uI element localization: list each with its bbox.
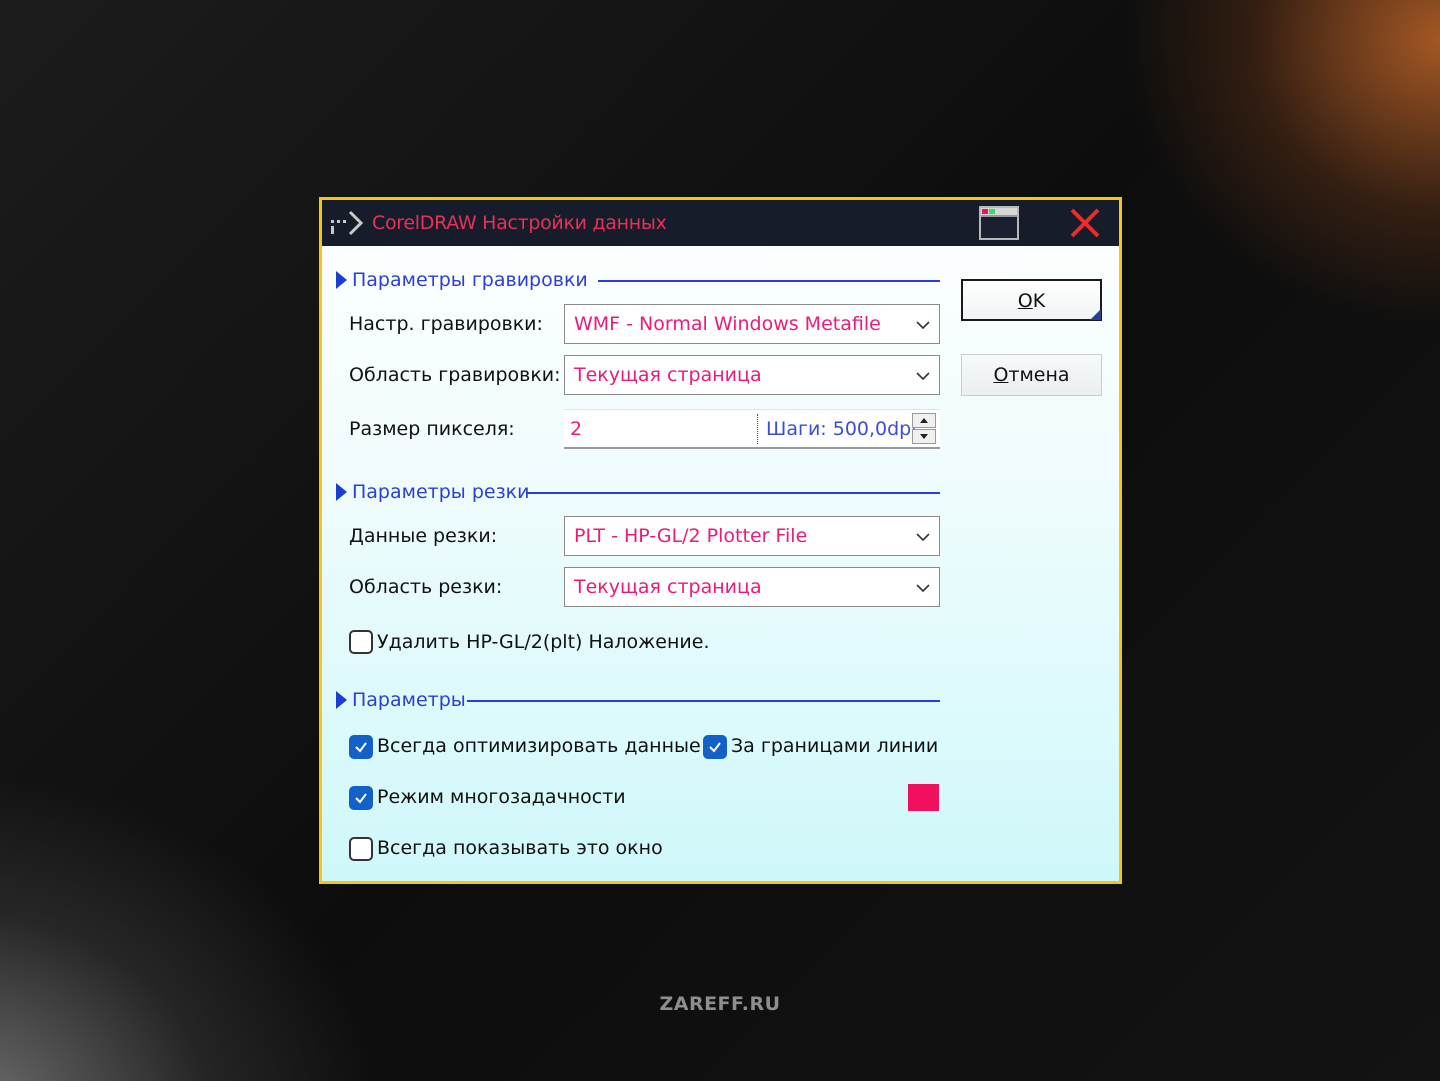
color-swatch[interactable] <box>908 784 939 811</box>
spin-up-button[interactable] <box>912 413 936 428</box>
close-icon[interactable] <box>1067 206 1103 240</box>
cutting-section-header: Параметры резки <box>336 481 941 505</box>
pixel-size-label: Размер пикселя: <box>349 418 515 440</box>
engraving-section-title: Параметры гравировки <box>352 269 588 291</box>
show-window-checkbox[interactable] <box>349 837 373 861</box>
cutting-area-label: Область резки: <box>349 576 503 598</box>
section-divider <box>467 700 940 702</box>
chevron-down-icon <box>916 372 930 381</box>
cutting-data-label: Данные резки: <box>349 525 498 547</box>
chevron-down-icon <box>916 321 930 330</box>
engraving-area-label: Область гравировки: <box>349 364 561 386</box>
cancel-rest: тмена <box>1008 364 1070 386</box>
remove-overlap-label[interactable]: Удалить HP-GL/2(plt) Наложение. <box>377 631 710 653</box>
cutting-area-select[interactable]: Текущая страница <box>564 567 940 607</box>
remove-overlap-checkbox[interactable] <box>349 630 373 654</box>
engraving-area-select[interactable]: Текущая страница <box>564 355 940 395</box>
cutting-data-select[interactable]: PLT - HP-GL/2 Plotter File <box>564 516 940 556</box>
cutting-area-value: Текущая страница <box>574 576 762 598</box>
params-section-header: Параметры <box>336 689 941 713</box>
ok-button[interactable]: OK <box>961 279 1102 321</box>
watermark: ZAREFF.RU <box>659 993 781 1015</box>
cancel-button[interactable]: Отмена <box>961 354 1102 396</box>
app-arrow-icon <box>331 210 364 236</box>
spin-separator <box>757 414 758 444</box>
pixel-size-spinbox[interactable]: 2 Шаги: 500,0dpi <box>564 409 940 449</box>
ok-accel: O <box>1017 290 1033 312</box>
outside-line-checkbox[interactable] <box>703 735 727 759</box>
pixel-size-value[interactable]: 2 <box>570 418 582 440</box>
section-arrow-icon <box>336 483 347 501</box>
section-arrow-icon <box>336 691 347 709</box>
engraving-settings-label: Настр. гравировки: <box>349 313 543 335</box>
window-restore-icon[interactable] <box>979 206 1019 240</box>
spin-down-button[interactable] <box>912 429 936 444</box>
cancel-accel: О <box>993 364 1009 386</box>
section-arrow-icon <box>336 271 347 289</box>
section-divider <box>598 280 940 282</box>
chevron-down-icon <box>916 533 930 542</box>
multitask-checkbox[interactable] <box>349 786 373 810</box>
optimize-data-checkbox[interactable] <box>349 735 373 759</box>
steps-readout: Шаги: 500,0dpi <box>766 418 917 440</box>
chevron-down-icon <box>916 584 930 593</box>
engraving-settings-select[interactable]: WMF - Normal Windows Metafile <box>564 304 940 344</box>
outside-line-label[interactable]: За границами линии <box>731 735 938 757</box>
engraving-settings-value: WMF - Normal Windows Metafile <box>574 313 881 335</box>
settings-dialog: CorelDRAW Настройки данных Параметры гра… <box>319 197 1122 884</box>
cutting-data-value: PLT - HP-GL/2 Plotter File <box>574 525 808 547</box>
multitask-label[interactable]: Режим многозадачности <box>377 786 626 808</box>
checkmark-icon <box>355 742 367 753</box>
cutting-section-title: Параметры резки <box>352 481 530 503</box>
optimize-data-label[interactable]: Всегда оптимизировать данные <box>377 735 701 757</box>
show-window-label[interactable]: Всегда показывать это окно <box>377 837 663 859</box>
engraving-area-value: Текущая страница <box>574 364 762 386</box>
params-section-title: Параметры <box>352 689 466 711</box>
title-bar[interactable]: CorelDRAW Настройки данных <box>322 200 1119 246</box>
window-title: CorelDRAW Настройки данных <box>372 212 667 234</box>
section-divider <box>526 492 940 494</box>
checkmark-icon <box>355 793 367 804</box>
engraving-section-header: Параметры гравировки <box>336 269 941 293</box>
checkmark-icon <box>709 742 721 753</box>
ok-rest: K <box>1032 290 1046 312</box>
